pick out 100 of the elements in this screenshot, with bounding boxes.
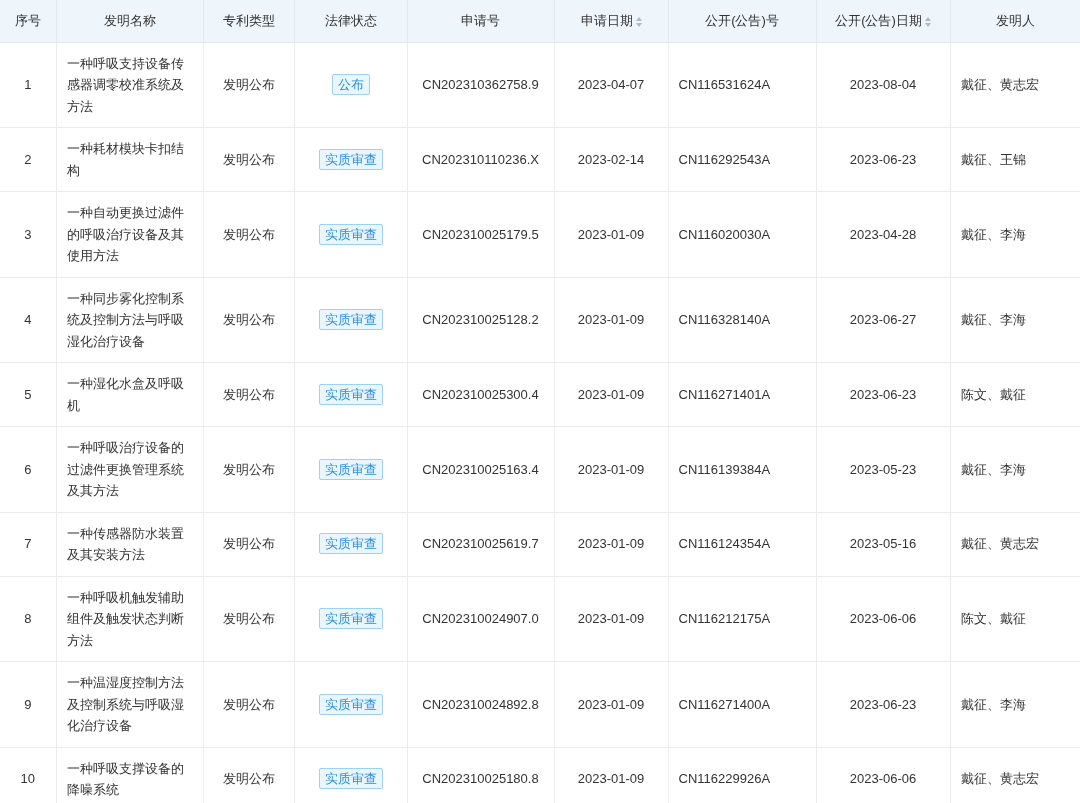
index-cell: 4	[0, 277, 56, 363]
publication-number-cell: CN116212175A	[668, 576, 816, 662]
title-cell: 一种湿化水盒及呼吸机	[56, 362, 203, 427]
title-cell: 一种温湿度控制方法及控制系统与呼吸湿化治疗设备	[56, 661, 203, 747]
status-tag: 实质审查	[318, 148, 383, 170]
publication-date-header[interactable]: 公开(公告)日期	[816, 0, 950, 42]
application-number-cell: CN202310025180.8	[407, 747, 554, 803]
application-number-cell: CN202310025619.7	[407, 512, 554, 576]
type-cell: 发明公布	[203, 426, 294, 512]
date-cell: 2023-01-09	[554, 277, 668, 363]
application-number-cell: CN202310025179.5	[407, 191, 554, 277]
inventor-cell: 戴征、李海	[950, 191, 1080, 277]
date-cell: 2023-01-09	[554, 191, 668, 277]
inventor-cell: 戴征、黄志宏	[950, 42, 1080, 128]
title-header: 发明名称	[56, 0, 203, 42]
status-tag: 实质审查	[318, 309, 383, 330]
date-cell: 2023-05-16	[816, 512, 950, 576]
type-cell: 发明公布	[203, 512, 294, 576]
status-tag: 实质审查	[318, 223, 383, 245]
application-number-cell: CN202310025128.2	[407, 277, 554, 363]
index-cell: 7	[0, 512, 56, 576]
status-tag: 实质审查	[318, 533, 383, 555]
date-cell: 2023-06-23	[816, 362, 950, 427]
index-cell: 10	[0, 747, 56, 803]
status-tag: 实质审查	[318, 458, 383, 480]
type-header: 专利类型	[203, 0, 294, 42]
application-number-cell: CN202310024892.8	[407, 661, 554, 747]
date-cell: 2023-06-06	[816, 747, 950, 803]
date-cell: 2023-04-07	[554, 42, 668, 128]
publication-number-header: 公开(公告)号	[668, 0, 816, 42]
application-number-header: 申请号	[407, 0, 554, 42]
date-cell: 2023-04-28	[816, 191, 950, 277]
publication-number-cell: CN116531624A	[668, 42, 816, 128]
type-cell: 发明公布	[203, 747, 294, 803]
index-cell: 8	[0, 576, 56, 662]
sort-icon[interactable]	[924, 16, 931, 27]
inventor-cell: 戴征、李海	[950, 277, 1080, 363]
index-cell: 3	[0, 191, 56, 277]
inventor-cell: 戴征、李海	[950, 426, 1080, 512]
date-cell: 2023-01-09	[554, 576, 668, 662]
inventor-cell: 戴征、李海	[950, 661, 1080, 747]
date-cell: 2023-01-09	[554, 512, 668, 576]
index-cell: 1	[0, 42, 56, 128]
title-cell: 一种呼吸机触发辅助组件及触发状态判断方法	[56, 576, 203, 662]
status-tag: 实质审查	[318, 693, 383, 715]
status-header: 法律状态	[294, 0, 407, 42]
title-cell: 一种呼吸支撑设备的降噪系统	[56, 747, 203, 803]
publication-number-cell: CN116328140A	[668, 277, 816, 363]
title-cell: 一种耗材模块卡扣结构	[56, 127, 203, 192]
inventor-cell: 陈文、戴征	[950, 362, 1080, 427]
title-cell: 一种自动更换过滤件的呼吸治疗设备及其使用方法	[56, 191, 203, 277]
application-number-cell: CN202310025163.4	[407, 426, 554, 512]
status-tag: 公布	[331, 74, 370, 95]
date-cell: 2023-01-09	[554, 661, 668, 747]
type-cell: 发明公布	[203, 42, 294, 128]
inventor-cell: 戴征、王锦	[950, 127, 1080, 192]
publication-number-cell: CN116124354A	[668, 512, 816, 576]
publication-number-cell: CN116229926A	[668, 747, 816, 803]
inventor-header: 发明人	[950, 0, 1080, 42]
inventor-cell: 陈文、戴征	[950, 576, 1080, 662]
index-cell: 5	[0, 362, 56, 427]
publication-number-cell: CN116139384A	[668, 426, 816, 512]
application-number-cell: CN202310110236.X	[407, 127, 554, 192]
date-cell: 2023-02-14	[554, 127, 668, 192]
date-cell: 2023-06-23	[816, 661, 950, 747]
application-number-cell: CN202310025300.4	[407, 362, 554, 427]
title-cell: 一种传感器防水装置及其安装方法	[56, 512, 203, 576]
publication-number-cell: CN116292543A	[668, 127, 816, 192]
status-tag: 实质审查	[318, 608, 383, 629]
index-cell: 9	[0, 661, 56, 747]
type-cell: 发明公布	[203, 127, 294, 192]
index-cell: 2	[0, 127, 56, 192]
type-cell: 发明公布	[203, 661, 294, 747]
type-cell: 发明公布	[203, 576, 294, 662]
date-cell: 2023-05-23	[816, 426, 950, 512]
index-header: 序号	[0, 0, 56, 42]
date-cell: 2023-06-23	[816, 127, 950, 192]
type-cell: 发明公布	[203, 277, 294, 363]
publication-number-cell: CN116020030A	[668, 191, 816, 277]
inventor-cell: 戴征、黄志宏	[950, 747, 1080, 803]
date-cell: 2023-06-06	[816, 576, 950, 662]
date-cell: 2023-06-27	[816, 277, 950, 363]
type-cell: 发明公布	[203, 362, 294, 427]
application-number-cell: CN202310362758.9	[407, 42, 554, 128]
type-cell: 发明公布	[203, 191, 294, 277]
application-number-cell: CN202310024907.0	[407, 576, 554, 662]
title-cell: 一种同步雾化控制系统及控制方法与呼吸湿化治疗设备	[56, 277, 203, 363]
publication-number-cell: CN116271401A	[668, 362, 816, 427]
application-date-header[interactable]: 申请日期	[554, 0, 668, 42]
inventor-cell: 戴征、黄志宏	[950, 512, 1080, 576]
date-cell: 2023-01-09	[554, 747, 668, 803]
title-cell: 一种呼吸治疗设备的过滤件更换管理系统及其方法	[56, 426, 203, 512]
sort-icon[interactable]	[635, 16, 642, 27]
status-tag: 实质审查	[318, 383, 383, 405]
title-cell: 一种呼吸支持设备传感器调零校准系统及方法	[56, 42, 203, 128]
date-cell: 2023-08-04	[816, 42, 950, 128]
date-cell: 2023-01-09	[554, 426, 668, 512]
date-cell: 2023-01-09	[554, 362, 668, 427]
publication-number-cell: CN116271400A	[668, 661, 816, 747]
index-cell: 6	[0, 426, 56, 512]
